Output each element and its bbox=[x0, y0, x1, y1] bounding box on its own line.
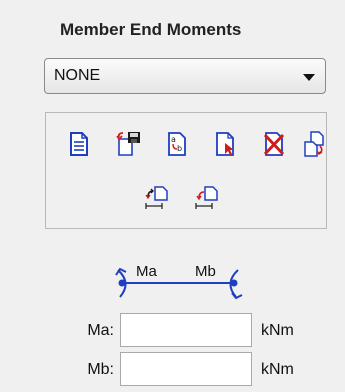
svg-text:b: b bbox=[177, 144, 182, 153]
swap-ab-icon[interactable]: a b bbox=[164, 131, 190, 157]
copy-icon[interactable] bbox=[302, 131, 328, 157]
moment-type-dropdown[interactable]: NONE bbox=[44, 58, 326, 94]
import-save-icon[interactable] bbox=[115, 131, 141, 157]
delete-icon[interactable] bbox=[261, 131, 287, 157]
new-document-icon[interactable] bbox=[66, 131, 92, 157]
ma-unit: kNm bbox=[261, 322, 294, 339]
label-mb: Mb bbox=[195, 263, 216, 280]
chevron-down-icon bbox=[303, 74, 315, 81]
beam-moment-diagram: Ma Mb bbox=[108, 257, 258, 307]
pick-icon[interactable] bbox=[213, 131, 239, 157]
mb-row: Mb: kNm bbox=[0, 352, 345, 388]
beam-diagram-icon bbox=[115, 267, 243, 300]
svg-text:a: a bbox=[171, 135, 176, 144]
mb-unit: kNm bbox=[261, 361, 294, 378]
dropdown-selected-value: NONE bbox=[54, 67, 101, 84]
flip-icon[interactable] bbox=[144, 185, 170, 211]
mb-label: Mb: bbox=[87, 361, 114, 378]
ma-label: Ma: bbox=[87, 322, 114, 339]
label-ma: Ma bbox=[136, 263, 157, 280]
ma-row: Ma: kNm bbox=[0, 313, 345, 349]
panel-title: Member End Moments bbox=[60, 20, 242, 39]
moments-toolbar: a b bbox=[45, 112, 327, 229]
member-end-moments-panel: Member End Moments NONE a b Ma Mb Ma: kN… bbox=[0, 0, 345, 392]
ma-input[interactable] bbox=[120, 313, 252, 347]
mb-input[interactable] bbox=[120, 352, 252, 386]
apply-icon[interactable] bbox=[194, 185, 220, 211]
